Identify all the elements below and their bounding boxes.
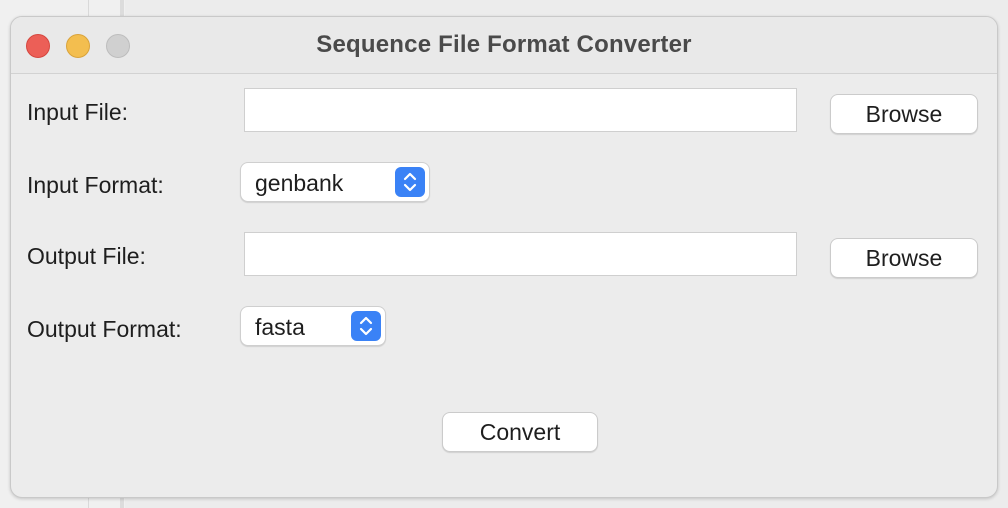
output-file-field[interactable] <box>244 232 797 276</box>
output-file-label: Output File: <box>27 243 146 269</box>
input-format-value: genbank <box>255 170 344 196</box>
app-window: Sequence File Format Converter Input Fil… <box>10 16 998 498</box>
window-title: Sequence File Format Converter <box>316 31 692 58</box>
output-format-label: Output Format: <box>27 316 182 342</box>
output-browse-button[interactable]: Browse <box>830 238 978 278</box>
input-file-label: Input File: <box>27 99 128 125</box>
convert-button[interactable]: Convert <box>442 412 598 452</box>
title-bar[interactable]: Sequence File Format Converter <box>11 17 997 74</box>
chevron-up-down-icon <box>351 311 381 341</box>
input-file-field[interactable] <box>244 88 797 132</box>
chevron-up-down-icon <box>395 167 425 197</box>
input-format-select[interactable]: genbank <box>240 162 430 202</box>
input-browse-button[interactable]: Browse <box>830 94 978 134</box>
input-format-label: Input Format: <box>27 172 164 198</box>
output-format-select[interactable]: fasta <box>240 306 386 346</box>
output-format-value: fasta <box>255 314 305 340</box>
